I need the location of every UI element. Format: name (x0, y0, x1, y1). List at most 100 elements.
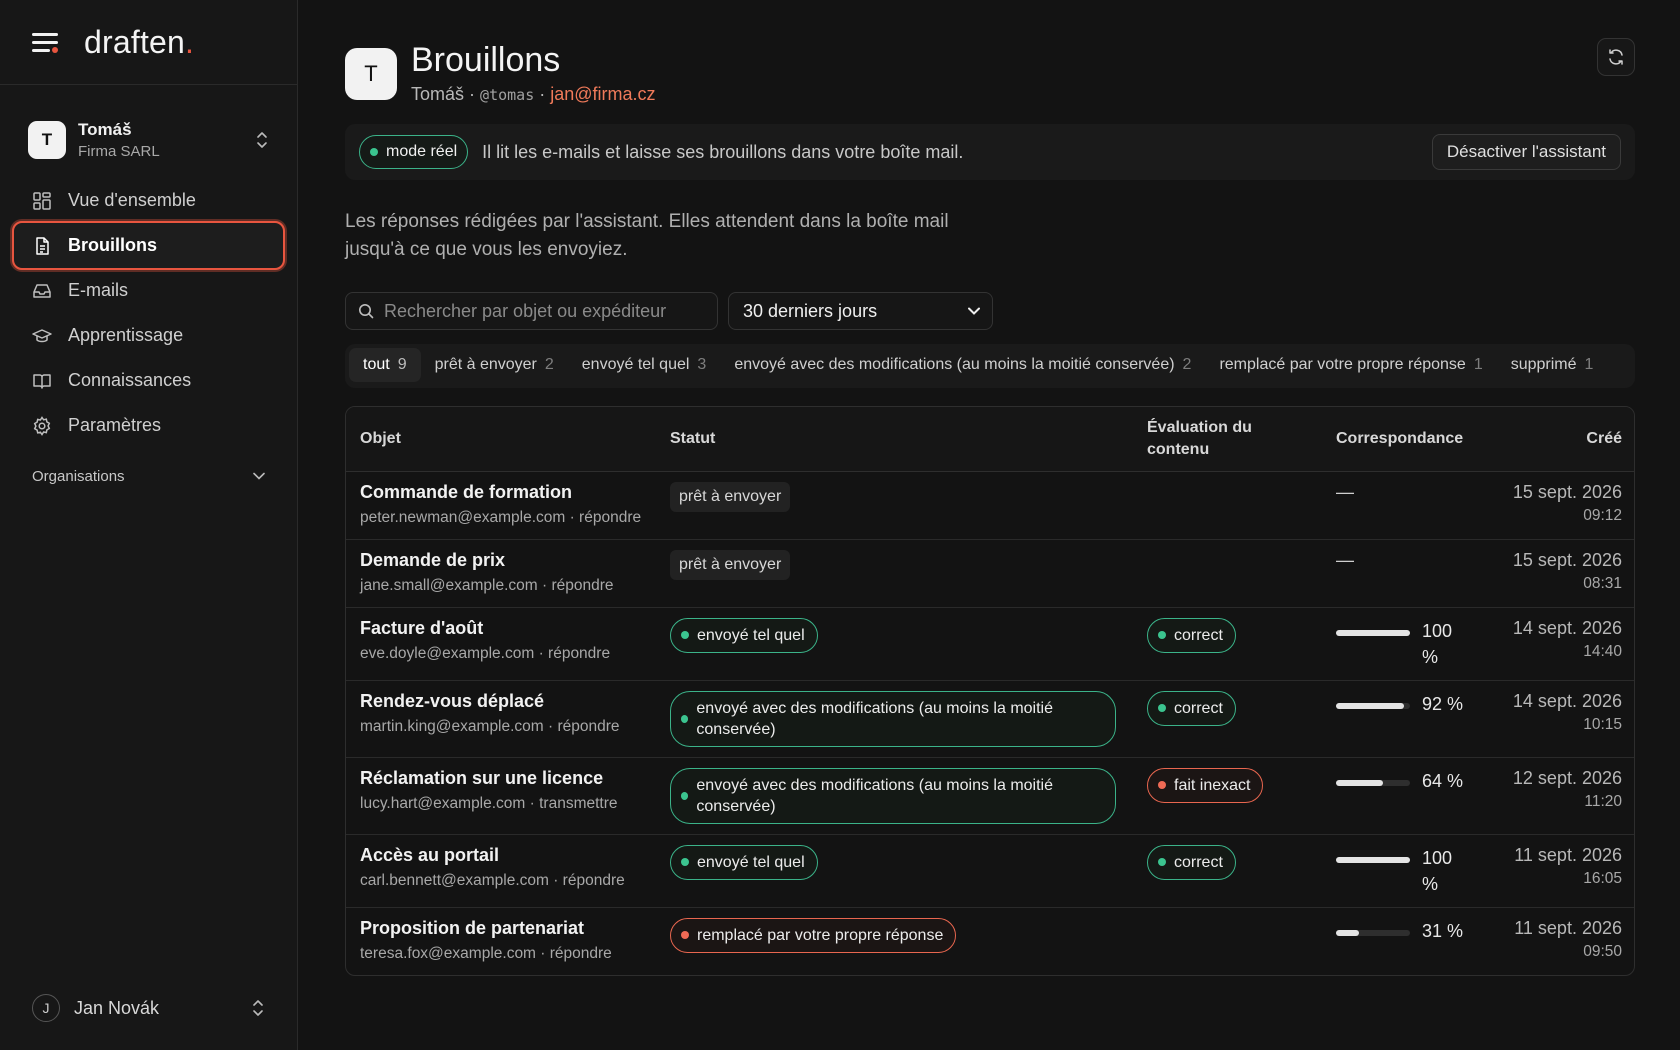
grid-icon (33, 191, 51, 210)
graduation-cap-icon (32, 328, 52, 342)
chevron-updown-icon (253, 1000, 263, 1016)
created-time: 11:20 (1584, 792, 1622, 810)
draft-subject[interactable]: Rendez-vous déplacé (360, 691, 642, 712)
status-badge: prêt à envoyer (670, 549, 791, 580)
tab-replaced[interactable]: remplacé par votre propre réponse 1 (1205, 348, 1496, 382)
draft-subject[interactable]: Accès au portail (360, 845, 642, 866)
sidebar-nav: Vue d'ensemble Brouillons E-mails Appren… (0, 178, 297, 448)
draft-subject[interactable]: Facture d'août (360, 618, 642, 639)
draft-subject[interactable]: Proposition de partenariat (360, 918, 642, 939)
sidebar-item-label: Paramètres (68, 415, 162, 435)
table-row[interactable]: Rendez-vous déplacé martin.king@example.… (346, 680, 1634, 758)
filters-bar: 30 derniers jours (345, 292, 1635, 330)
created-time: 09:12 (1583, 506, 1622, 524)
deactivate-assistant-button[interactable]: Désactiver l'assistant (1431, 134, 1621, 170)
created-date: 14 sept. 2026 (1512, 690, 1622, 711)
search-icon (359, 304, 374, 319)
owner-handle: @tomas (480, 86, 535, 104)
tab-deleted[interactable]: supprimé 1 (1497, 348, 1608, 382)
refresh-icon (1609, 49, 1623, 65)
draft-sender: eve.doyle@example.com · répondre (360, 644, 611, 662)
inbox-icon (33, 283, 51, 298)
status-badge: prêt à envoyer (670, 481, 791, 512)
table-row[interactable]: Réclamation sur une licence lucy.hart@ex… (346, 757, 1634, 835)
draft-subject[interactable]: Commande de formation (360, 482, 642, 503)
created-time: 09:50 (1583, 942, 1622, 960)
page-subtitle: Tomáš · @tomas · jan@firma.cz (411, 84, 656, 104)
tab-all[interactable]: tout 9 (349, 348, 421, 382)
match-indicator: 100 % (1336, 618, 1478, 670)
status-badge: envoyé avec des modifications (au moins … (670, 767, 1116, 824)
user-menu[interactable]: J Jan Novák (32, 990, 265, 1026)
sidebar-item-overview[interactable]: Vue d'ensemble (14, 178, 283, 223)
table-header: Objet Statut Évaluation du contenu Corre… (346, 407, 1634, 472)
document-icon (36, 236, 49, 255)
status-tabs: tout 9 prêt à envoyer 2 envoyé tel quel 3 e… (345, 344, 1635, 388)
chevron-down-icon (968, 307, 980, 315)
created-date: 11 sept. 2026 (1514, 844, 1622, 865)
search-box[interactable] (345, 292, 718, 330)
created-date: 11 sept. 2026 (1514, 917, 1622, 938)
match-bar (1336, 629, 1410, 636)
table-row[interactable]: Demande de prix jane.small@example.com ·… (346, 539, 1634, 608)
created-time: 08:31 (1583, 574, 1622, 592)
chevron-down-icon (253, 472, 265, 480)
period-select[interactable]: 30 derniers jours (728, 292, 993, 330)
match-bar (1336, 779, 1410, 786)
created-time: 16:05 (1583, 869, 1622, 887)
match-indicator: 64 % (1336, 768, 1478, 794)
draft-subject[interactable]: Réclamation sur une licence (360, 768, 642, 789)
sidebar-item-settings[interactable]: Paramètres (14, 403, 283, 448)
sidebar-item-learning[interactable]: Apprentissage (14, 313, 283, 358)
match-empty: — (1336, 481, 1354, 502)
column-status[interactable]: Statut (656, 407, 1133, 472)
table-row[interactable]: Accès au portail carl.bennett@example.co… (346, 834, 1634, 908)
match-percent: 64 % (1422, 770, 1464, 791)
banner-text: Il lit les e-mails et laisse ses brouill… (482, 141, 964, 162)
assistant-banner: mode réel Il lit les e-mails et laisse s… (345, 124, 1635, 180)
main-content: T Brouillons Tomáš · @tomas · jan@firma.… (345, 0, 1635, 976)
refresh-button[interactable] (1597, 38, 1635, 76)
brand-bar: draften. (0, 0, 297, 85)
owner-email[interactable]: jan@firma.cz (550, 84, 655, 104)
sidebar-item-drafts[interactable]: Brouillons (12, 221, 285, 270)
page-description: Les réponses rédigées par l'assistant. E… (345, 211, 949, 260)
page-title: Brouillons (411, 41, 561, 79)
sidebar-item-label: E-mails (68, 280, 129, 300)
status-badge: envoyé tel quel (670, 844, 818, 880)
workspace-switcher[interactable]: T Tomáš Firma SARL (0, 114, 297, 166)
tab-sent-as-is[interactable]: envoyé tel quel 3 (568, 348, 721, 382)
column-created[interactable]: Créé (1492, 407, 1634, 472)
search-input[interactable] (384, 300, 704, 322)
sidebar-item-emails[interactable]: E-mails (14, 268, 283, 313)
created-date: 12 sept. 2026 (1512, 767, 1622, 788)
chevron-updown-icon (257, 132, 267, 148)
tab-ready[interactable]: prêt à envoyer 2 (421, 348, 568, 382)
table-row[interactable]: Commande de formation peter.newman@examp… (346, 471, 1634, 540)
draft-subject[interactable]: Demande de prix (360, 550, 642, 571)
column-eval[interactable]: Évaluation du contenu (1133, 407, 1322, 472)
drafts-table: Objet Statut Évaluation du contenu Corre… (345, 406, 1635, 976)
status-badge: envoyé avec des modifications (au moins … (670, 690, 1116, 747)
match-percent: 92 % (1422, 693, 1464, 714)
menu-icon[interactable] (32, 31, 60, 53)
draft-sender: martin.king@example.com · répondre (360, 717, 620, 735)
sidebar-item-label: Connaissances (68, 370, 192, 390)
match-percent: 31 % (1422, 920, 1464, 941)
created-date: 14 sept. 2026 (1512, 617, 1622, 638)
workspace-avatar: T (28, 121, 66, 159)
created-time: 10:15 (1583, 715, 1622, 733)
workspace-name: Tomáš (78, 120, 132, 139)
table-row[interactable]: Proposition de partenariat teresa.fox@ex… (346, 907, 1634, 975)
draft-sender: teresa.fox@example.com · répondre (360, 944, 612, 962)
avatar: T (345, 48, 397, 100)
organisations-toggle[interactable]: Organisations (0, 464, 297, 488)
table-row[interactable]: Facture d'août eve.doyle@example.com · r… (346, 607, 1634, 681)
match-bar (1336, 702, 1410, 709)
created-date: 15 sept. 2026 (1512, 481, 1622, 502)
logo: draften. (84, 23, 195, 60)
tab-sent-modified[interactable]: envoyé avec des modifications (au moins … (720, 348, 1205, 382)
sidebar-item-knowledge[interactable]: Connaissances (14, 358, 283, 403)
column-subject[interactable]: Objet (346, 407, 656, 472)
column-match[interactable]: Correspondance (1322, 407, 1492, 472)
